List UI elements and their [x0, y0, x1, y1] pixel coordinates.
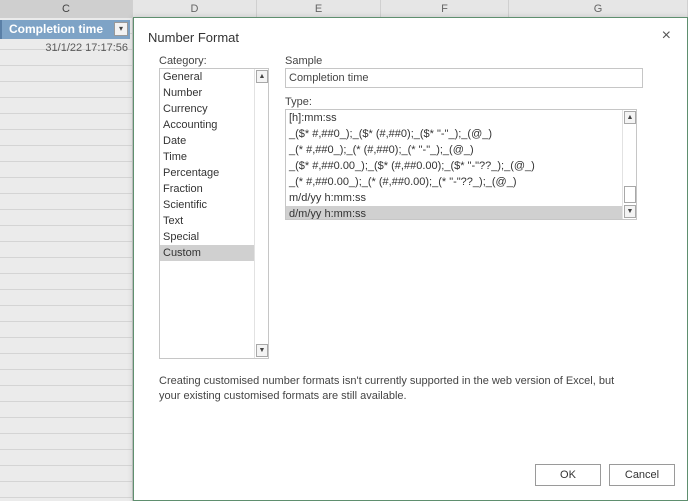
- table-header-cell[interactable]: Completion time: [0, 20, 130, 39]
- type-label: Type:: [285, 96, 312, 108]
- scroll-up-icon[interactable]: ▲: [256, 70, 268, 83]
- category-item[interactable]: General: [160, 69, 256, 85]
- column-header-c[interactable]: C: [0, 0, 133, 18]
- column-headers: C D E F G: [0, 0, 688, 18]
- scroll-down-icon[interactable]: ▼: [624, 205, 636, 218]
- category-listbox[interactable]: General Number Currency Accounting Date Time P…: [159, 68, 269, 359]
- scroll-up-icon[interactable]: ▲: [624, 111, 636, 124]
- column-header-d[interactable]: D: [133, 0, 257, 18]
- type-item[interactable]: d/m/yy h:mm:ss: [286, 206, 624, 219]
- scroll-thumb[interactable]: [624, 186, 636, 203]
- category-item[interactable]: Time: [160, 149, 256, 165]
- category-label: Category:: [159, 55, 207, 67]
- column-header-e[interactable]: E: [257, 0, 381, 18]
- category-list: General Number Currency Accounting Date Time P…: [160, 69, 256, 261]
- sample-preview: Completion time: [285, 68, 643, 88]
- category-item[interactable]: Percentage: [160, 165, 256, 181]
- unsupported-note: Creating customised number formats isn't…: [159, 375, 615, 402]
- category-scrollbar[interactable]: ▲ ▼: [254, 69, 268, 358]
- type-item[interactable]: m/d/yy h:mm:ss: [286, 190, 624, 206]
- filter-dropdown-icon[interactable]: ▾: [114, 22, 128, 36]
- column-c-cells: [0, 18, 133, 501]
- type-item[interactable]: _($* #,##0.00_);_($* (#,##0.00);_($* "-"…: [286, 158, 624, 174]
- type-item[interactable]: _($* #,##0_);_($* (#,##0);_($* "-"_);_(@…: [286, 126, 624, 142]
- cancel-button[interactable]: Cancel: [609, 464, 675, 486]
- category-item[interactable]: Scientific: [160, 197, 256, 213]
- scroll-down-icon[interactable]: ▼: [256, 344, 268, 357]
- type-item[interactable]: [h]:mm:ss: [286, 110, 624, 126]
- type-listbox[interactable]: [h]:mm:ss _($* #,##0_);_($* (#,##0);_($* …: [285, 109, 637, 220]
- type-item[interactable]: _(* #,##0.00_);_(* (#,##0.00);_(* "-"??_…: [286, 174, 624, 190]
- close-icon[interactable]: ×: [662, 27, 671, 45]
- sample-label: Sample: [285, 55, 323, 67]
- dialog-title: Number Format: [148, 30, 240, 45]
- ok-button[interactable]: OK: [535, 464, 601, 486]
- type-scrollbar[interactable]: ▲ ▼: [622, 110, 636, 219]
- type-item[interactable]: _(* #,##0_);_(* (#,##0);_(* "-"_);_(@_): [286, 142, 624, 158]
- column-header-f[interactable]: F: [381, 0, 509, 18]
- category-item[interactable]: Accounting: [160, 117, 256, 133]
- type-list: [h]:mm:ss _($* #,##0_);_($* (#,##0);_($* …: [286, 110, 624, 219]
- category-item[interactable]: Fraction: [160, 181, 256, 197]
- column-header-g[interactable]: G: [509, 0, 688, 18]
- category-item[interactable]: Number: [160, 85, 256, 101]
- category-item[interactable]: Text: [160, 213, 256, 229]
- category-item[interactable]: Custom: [160, 245, 256, 261]
- date-value-cell[interactable]: 31/1/22 17:17:56: [0, 40, 128, 56]
- number-format-dialog: Number Format × Category: General Number C…: [133, 17, 688, 501]
- category-item[interactable]: Date: [160, 133, 256, 149]
- category-item[interactable]: Currency: [160, 101, 256, 117]
- category-item[interactable]: Special: [160, 229, 256, 245]
